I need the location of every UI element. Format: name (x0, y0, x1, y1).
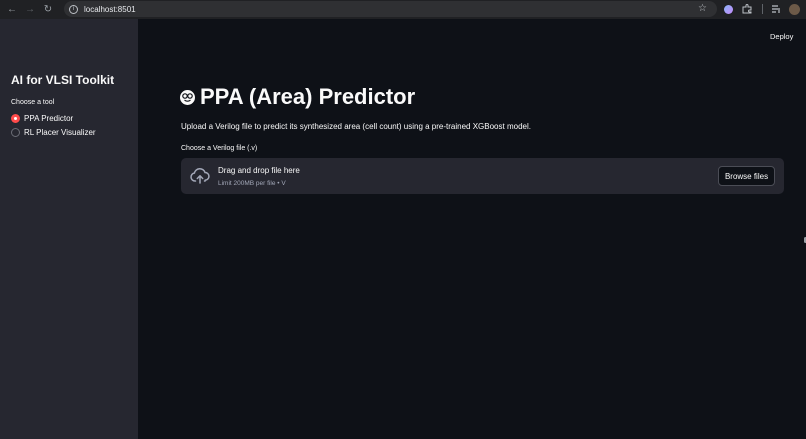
media-icon[interactable] (770, 3, 782, 15)
file-uploader-label: Choose a Verilog file (.v) (181, 145, 258, 152)
browse-files-button[interactable]: Browse files (718, 166, 775, 186)
browser-toolbar: ← → ↻ i localhost:8501 ☆ (0, 0, 806, 19)
dropzone-limit-text: Limit 200MB per file • V (218, 180, 286, 187)
site-info-icon[interactable]: i (69, 4, 78, 14)
sidebar: AI for VLSI Toolkit Choose a tool PPA Pr… (0, 19, 138, 439)
reload-icon[interactable]: ↻ (41, 3, 55, 17)
url-text: localhost:8501 (84, 4, 136, 14)
radio-option-label: RL Placer Visualizer (24, 128, 96, 137)
toolbar-divider (762, 4, 763, 14)
page-title-text: PPA (Area) Predictor (200, 84, 416, 109)
file-dropzone[interactable]: Drag and drop file here Limit 200MB per … (181, 158, 784, 194)
dropzone-instructions: Drag and drop file here (218, 166, 300, 175)
page-description: Upload a Verilog file to predict its syn… (181, 122, 531, 131)
radio-option-rl-placer-visualizer[interactable]: RL Placer Visualizer (11, 128, 96, 137)
radio-unselected-icon[interactable] (11, 128, 20, 137)
bookmark-star-icon[interactable]: ☆ (698, 3, 707, 14)
address-bar[interactable]: i localhost:8501 ☆ (64, 1, 717, 17)
deploy-button[interactable]: Deploy (770, 32, 793, 41)
page-title: PPA (Area) Predictor (180, 84, 415, 110)
radio-option-label: PPA Predictor (24, 114, 74, 123)
back-arrow-icon[interactable]: ← (5, 3, 19, 17)
forward-arrow-icon[interactable]: → (23, 3, 37, 17)
cloud-upload-icon (190, 167, 210, 185)
radio-selected-icon[interactable] (11, 114, 20, 123)
profile-avatar-icon[interactable] (788, 3, 800, 15)
radio-option-ppa-predictor[interactable]: PPA Predictor (11, 114, 73, 123)
nerd-face-icon (180, 89, 195, 105)
tool-radio-label: Choose a tool (11, 99, 55, 106)
extension-icon[interactable] (722, 3, 734, 15)
puzzle-icon[interactable] (741, 3, 753, 15)
sidebar-title: AI for VLSI Toolkit (11, 73, 115, 87)
